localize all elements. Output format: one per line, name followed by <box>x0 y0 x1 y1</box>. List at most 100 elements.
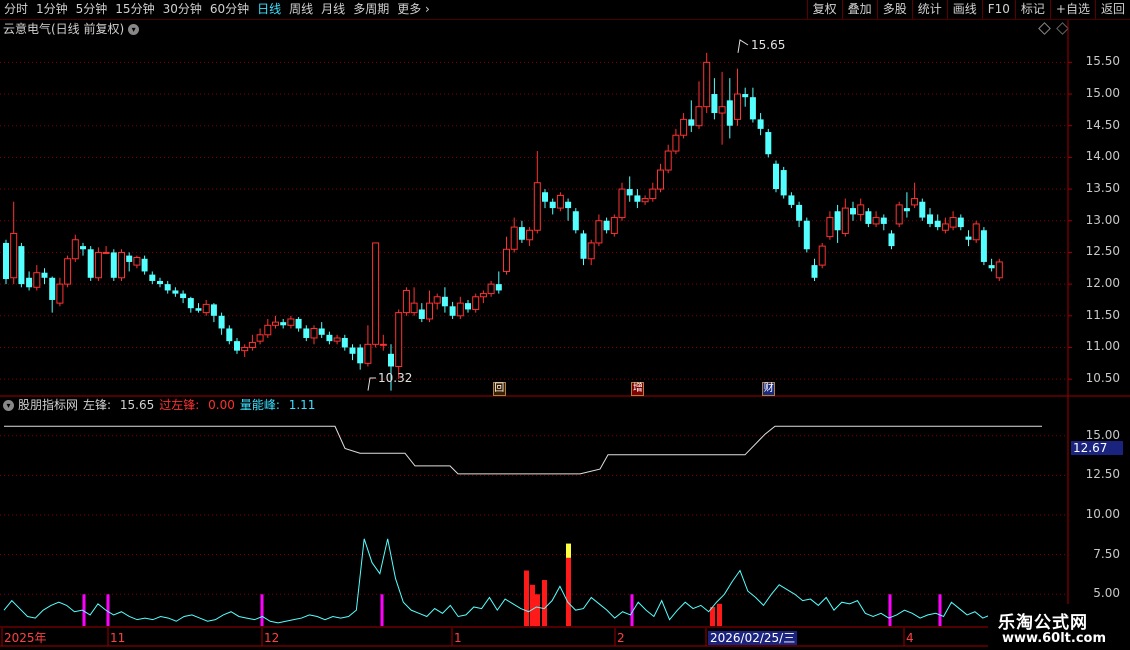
candle-body <box>927 214 933 224</box>
candle-body <box>333 337 341 342</box>
candle-body <box>641 198 649 203</box>
candle-body <box>649 188 657 200</box>
red-signal-bar <box>524 570 529 626</box>
candle-body <box>41 272 48 278</box>
candle-body <box>595 220 603 244</box>
red-signal-bar <box>535 594 540 626</box>
candle-body <box>995 261 1003 279</box>
event-marker[interactable]: 回 <box>492 382 506 396</box>
candle-body <box>603 220 610 231</box>
candle-body <box>71 239 79 260</box>
indicator-title-bar: ▾ 股朋指标网 左锋: 15.65 过左锋: 0.00 量能峰: 1.11 <box>3 398 320 412</box>
candle-body <box>618 188 626 219</box>
event-marker[interactable]: 增 <box>631 382 645 396</box>
candle-body <box>272 321 279 326</box>
candle-body <box>742 94 749 98</box>
candle-body <box>941 223 949 231</box>
candle-body <box>911 198 919 206</box>
candle-body <box>495 284 502 291</box>
price-tick-label: 10.50 <box>1085 371 1120 386</box>
candle-body <box>94 251 102 279</box>
candle-body <box>949 217 957 228</box>
indicator-name: 股朋指标网 <box>18 398 79 412</box>
indicator-tick-label: 5.00 <box>1093 586 1120 601</box>
candle-body <box>441 296 448 307</box>
candle-body <box>965 236 972 240</box>
candle-body <box>426 302 433 320</box>
candle-body <box>718 106 726 114</box>
candle-body <box>664 150 672 171</box>
candle-body <box>287 318 295 326</box>
price-tick-label: 15.50 <box>1085 54 1120 69</box>
candle-body <box>433 296 441 304</box>
candle-body <box>102 251 110 254</box>
price-tick-label: 14.00 <box>1085 149 1120 164</box>
high-pointer <box>737 39 749 53</box>
candle-body <box>318 328 325 335</box>
candle-body <box>410 302 418 314</box>
candle-body <box>18 246 25 285</box>
date-label: 2 <box>617 631 625 645</box>
indicator-tick-label: 10.00 <box>1085 507 1120 522</box>
candle-body <box>626 189 633 196</box>
candle-body <box>33 272 41 288</box>
candle-body <box>195 308 202 311</box>
price-tick-label: 11.50 <box>1085 307 1120 322</box>
indicator-tick-label: 12.50 <box>1085 467 1120 482</box>
candle-body <box>479 293 487 298</box>
yellow-signal-cap <box>566 543 571 558</box>
event-marker[interactable]: 财 <box>762 382 776 396</box>
indicator-tick-label: 7.50 <box>1093 546 1120 561</box>
candle-body <box>395 312 403 367</box>
candle-body <box>657 169 664 190</box>
candle-body <box>234 341 240 351</box>
date-label: 12 <box>264 631 280 645</box>
candle-body <box>803 220 810 250</box>
low-pointer <box>367 377 376 391</box>
price-tick-label: 13.00 <box>1085 212 1120 227</box>
candle-body <box>379 343 387 346</box>
candle-body <box>857 204 865 215</box>
candle-body <box>187 298 194 309</box>
candle-body <box>542 192 548 202</box>
candle-body <box>456 302 464 317</box>
candle-body <box>349 347 356 354</box>
watermark-title: 乐淘公式网 <box>998 613 1088 633</box>
candle-body <box>10 232 18 279</box>
candle-body <box>149 274 156 281</box>
indicator-current-value: 12.67 <box>1071 441 1123 455</box>
left-peak-value: 15.65 <box>119 398 155 412</box>
candle-body <box>672 134 680 152</box>
candle-body <box>734 93 741 120</box>
candle-body <box>818 245 826 266</box>
candle-body <box>556 194 564 209</box>
left-peak-label: 左锋: <box>83 398 112 412</box>
candle-body <box>64 258 72 285</box>
candle-body <box>465 303 471 310</box>
candle-body <box>133 257 141 266</box>
candle-body <box>587 242 595 260</box>
candle-body <box>634 195 641 202</box>
candle-body <box>895 204 903 225</box>
candle-body <box>749 97 756 120</box>
candle-body <box>888 233 895 247</box>
candle-body <box>957 217 964 228</box>
candle-body <box>850 208 856 215</box>
price-tick-label: 12.50 <box>1085 244 1120 259</box>
chevron-down-icon[interactable]: ▾ <box>3 399 14 411</box>
candle-body <box>372 242 380 345</box>
candle-body <box>757 119 764 129</box>
price-tick-label: 13.50 <box>1085 181 1120 196</box>
candle-body <box>880 217 887 224</box>
candle-body <box>326 334 333 342</box>
candle-body <box>580 233 587 259</box>
candle-body <box>388 353 394 367</box>
candle-body <box>980 230 987 262</box>
candle-body <box>280 322 287 326</box>
candle-body <box>811 265 818 278</box>
watermark-url: www.60lt.com <box>1002 631 1107 646</box>
red-signal-bar <box>566 557 571 626</box>
candle-body <box>610 217 618 234</box>
red-signal-bar <box>530 584 535 626</box>
candle-body <box>210 304 217 316</box>
